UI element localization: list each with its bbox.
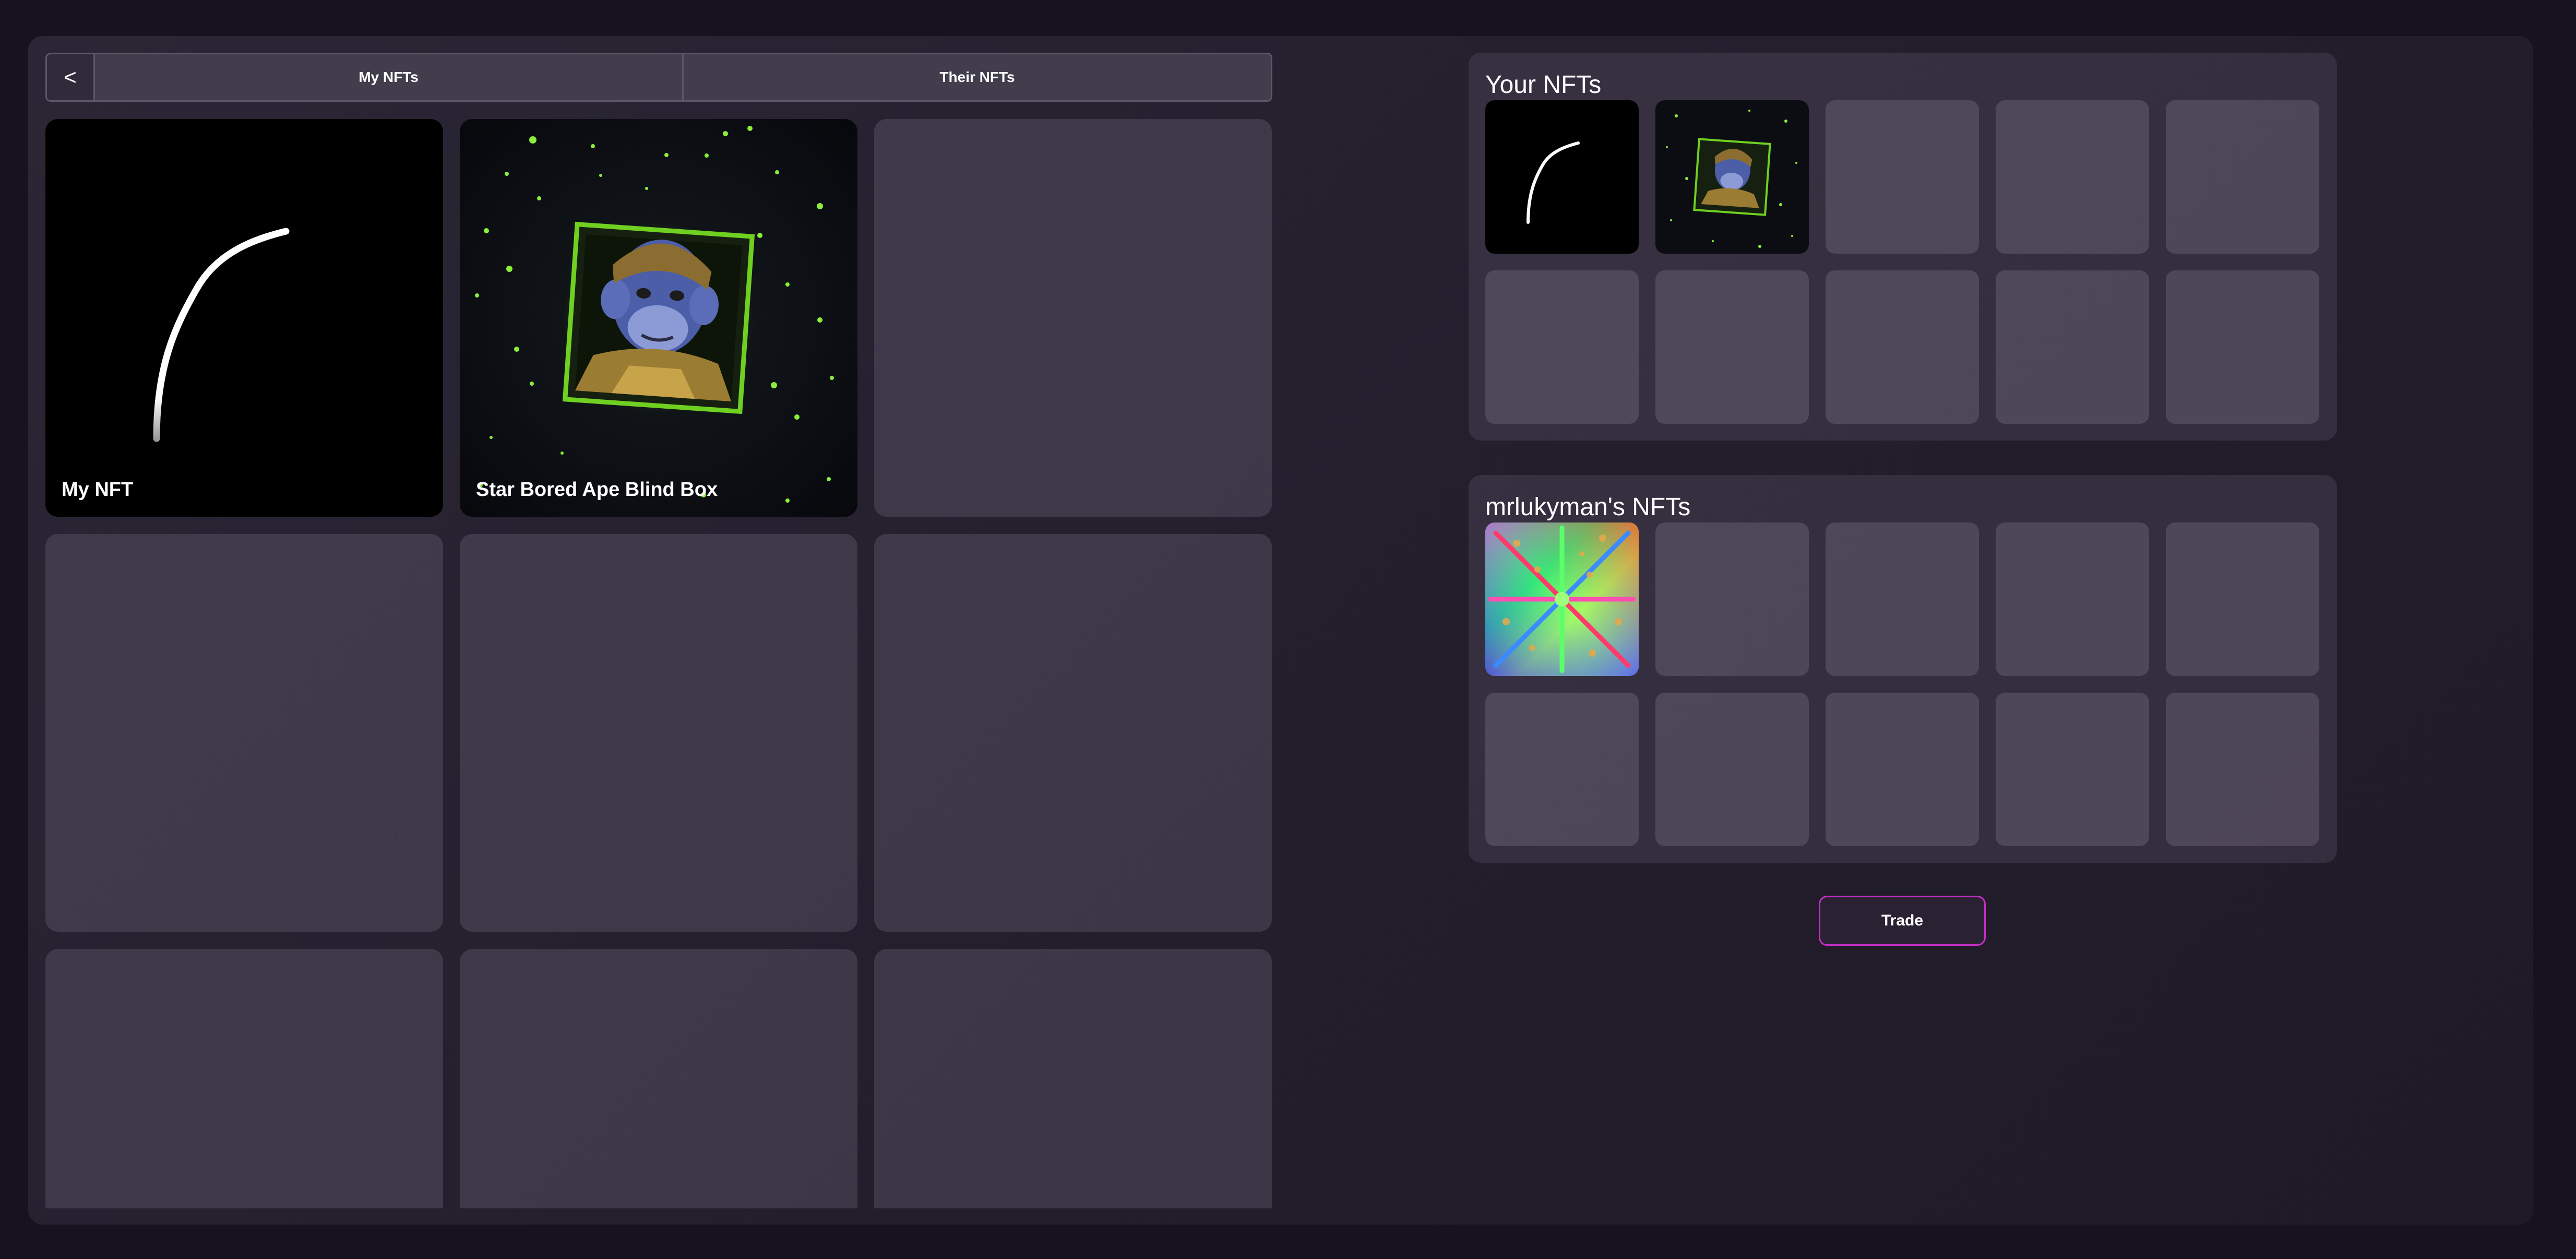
offer-slot-empty (2166, 270, 2319, 424)
your-nfts-section: Your NFTs (1469, 53, 2337, 441)
tab-their-nfts[interactable]: Their NFTs (682, 54, 1271, 100)
their-nfts-section: mrlukyman's NFTs (1469, 475, 2337, 863)
nft-card-empty (45, 949, 443, 1208)
nft-card-empty (45, 534, 443, 932)
offer-slot-empty (1485, 693, 1639, 846)
offer-slot-empty (2166, 100, 2319, 254)
nft-card-empty (460, 949, 857, 1208)
nft-card-label: My NFT (62, 479, 134, 501)
offer-slot-empty (1655, 693, 1809, 846)
nft-card-empty (874, 534, 1272, 932)
nft-tab-bar: < My NFTs Their NFTs (45, 53, 1272, 102)
your-nfts-title: Your NFTs (1485, 71, 1602, 99)
nft-card-star-bored-ape[interactable]: Star Bored Ape Blind Box (460, 119, 857, 517)
nft-card-label: Star Bored Ape Blind Box (476, 479, 718, 501)
offer-slot-empty (1655, 522, 1809, 676)
nft-card-my-nft[interactable]: My NFT (45, 119, 443, 517)
offer-slot-rainbow-nft[interactable] (1485, 522, 1639, 676)
offer-slot-empty (1996, 100, 2149, 254)
offer-slot-empty (1996, 270, 2149, 424)
ape-portrait-art-icon (475, 126, 834, 503)
their-nfts-title: mrlukyman's NFTs (1485, 493, 1691, 521)
curve-stroke-art-icon (153, 228, 290, 442)
offer-slot-my-nft[interactable] (1485, 100, 1639, 254)
offer-slot-star-bored-ape[interactable] (1655, 100, 1809, 254)
ape-portrait-art-icon (1666, 110, 1797, 248)
curve-stroke-art-icon (1526, 141, 1580, 224)
offer-slot-empty (1826, 270, 1979, 424)
nft-card-empty (874, 949, 1272, 1208)
offer-slot-empty (2166, 693, 2319, 846)
tab-my-nfts[interactable]: My NFTs (95, 54, 682, 100)
rainbow-burst-art-icon (1485, 522, 1639, 676)
offer-slot-empty (1826, 522, 1979, 676)
offer-slot-empty (1996, 522, 2149, 676)
nft-card-empty (874, 119, 1272, 517)
trade-button[interactable]: Trade (1819, 896, 1986, 946)
offer-slot-empty (2166, 522, 2319, 676)
nft-card-empty (460, 534, 857, 932)
offer-slot-empty (1655, 270, 1809, 424)
offer-slot-empty (1826, 100, 1979, 254)
offer-slot-empty (1485, 270, 1639, 424)
offer-slot-empty (1996, 693, 2149, 846)
offer-slot-empty (1826, 693, 1979, 846)
back-button[interactable]: < (47, 54, 95, 100)
